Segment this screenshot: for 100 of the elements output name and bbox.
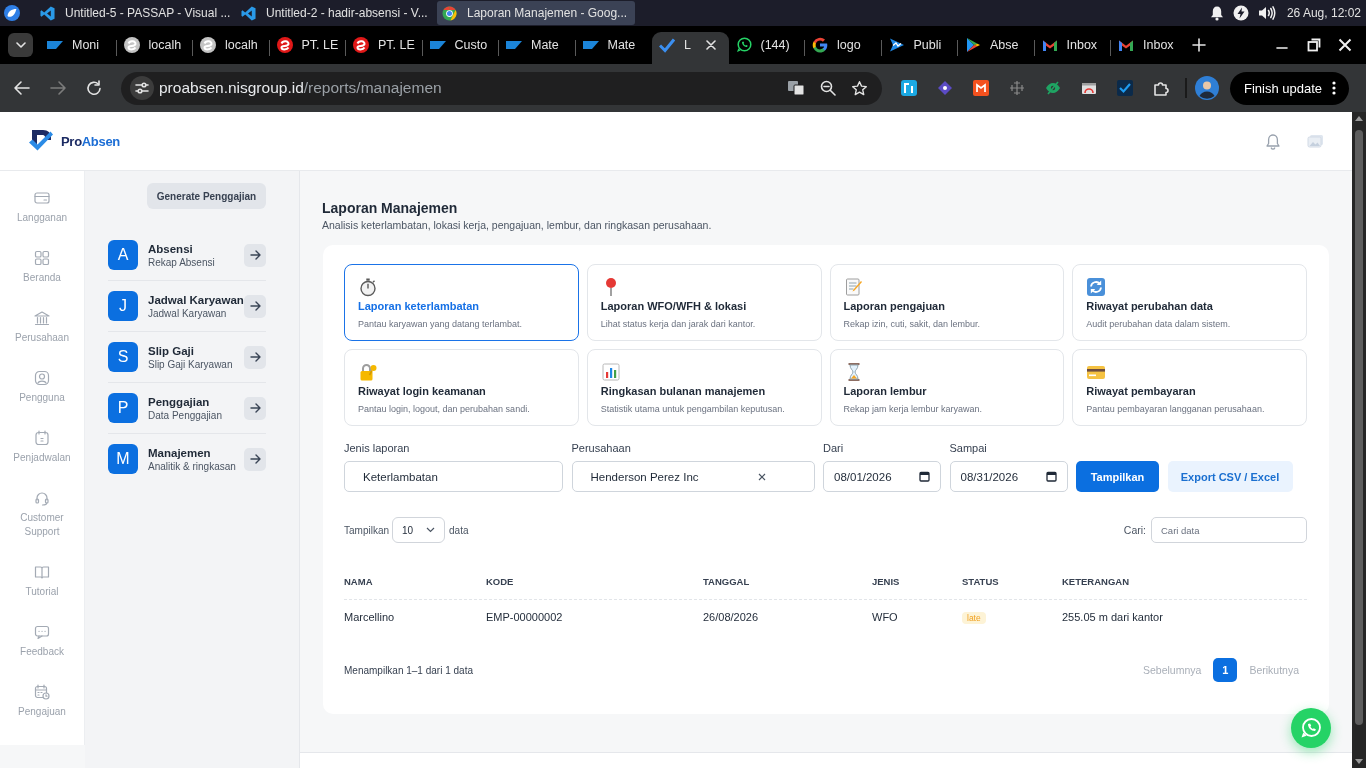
menu-item-subtitle: Jadwal Karyawan [148, 307, 227, 319]
browser-tab[interactable]: PT. LE [346, 32, 423, 64]
calendar-icon [33, 429, 51, 447]
plus-icon[interactable] [1191, 38, 1206, 52]
open-button[interactable] [244, 447, 266, 471]
browser-tab[interactable]: PT. LE [269, 32, 346, 64]
star-icon[interactable] [851, 79, 868, 97]
chevron-down-icon [15, 42, 26, 48]
lightning-icon[interactable] [1232, 5, 1249, 21]
taskbar-item[interactable]: Untitled-2 - hadir-absensi - V... [236, 1, 434, 25]
browser-tab[interactable]: L [652, 32, 729, 64]
report-card[interactable]: Riwayat login keamanan Pantau login, logout, dan perubahan sandi. [344, 349, 579, 426]
search-field[interactable]: Cari data [1151, 517, 1307, 543]
date-field[interactable]: 08/01/2026 [823, 461, 941, 492]
report-card[interactable]: Laporan pengajuan Rekap izin, cuti, sakit, dan lembur. [829, 264, 1065, 341]
open-button[interactable] [244, 294, 266, 318]
select-field[interactable]: Henderson Perez Inc [571, 461, 815, 492]
browser-tab[interactable]: Publi [881, 32, 958, 64]
taskbar-item[interactable]: Untitled-5 - PASSAP - Visual ... [35, 1, 233, 25]
overlapping-squares-icon[interactable] [787, 79, 805, 97]
browser-tab[interactable]: Inbox [1111, 32, 1188, 64]
zoom-out-icon[interactable] [820, 80, 836, 96]
report-card[interactable]: Riwayat pembayaran Pantau pembayaran langganan perusahaan. [1072, 349, 1307, 426]
bar-chart-icon [600, 362, 621, 382]
page-size-select[interactable]: 10 [392, 517, 446, 543]
browser-tab[interactable]: (144) [728, 32, 805, 64]
crosshair-icon[interactable] [1009, 80, 1025, 96]
field-label: Jenis laporan [344, 441, 410, 455]
browser-tab[interactable]: localh [116, 32, 193, 64]
image-icon [1307, 133, 1324, 149]
close-icon[interactable] [1338, 38, 1352, 52]
browser-tab[interactable]: logo [805, 32, 882, 64]
column-header: JENIS [872, 576, 900, 587]
check-icon [659, 37, 675, 53]
swirl-logo-icon [123, 37, 140, 53]
report-card[interactable]: Riwayat perubahan data Audit perubahan data dalam sistem. [1072, 264, 1307, 341]
secondary-button[interactable]: Export CSV / Excel [1167, 461, 1293, 492]
lock-key-icon [358, 362, 378, 382]
scroll-down-icon[interactable] [1355, 759, 1363, 764]
browser-tab[interactable]: Inbox [1034, 32, 1111, 64]
scrollbar-thumb[interactable] [1355, 130, 1363, 725]
report-card[interactable]: Laporan keterlambatan Pantau karyawan yang datang terlambat. [344, 264, 579, 341]
volume-icon[interactable] [1257, 5, 1276, 21]
browser-window-icon[interactable] [1081, 80, 1097, 96]
select-field[interactable]: Keterlambatan [344, 461, 563, 492]
reload-icon[interactable] [86, 80, 102, 96]
tab-search-button[interactable] [8, 33, 33, 57]
column-header: TANGGAL [703, 576, 750, 587]
update-button[interactable]: Finish update [1230, 71, 1349, 105]
column-header: NAMA [344, 576, 373, 587]
menu-item-title: Manajemen [148, 446, 211, 459]
column-header: KODE [486, 576, 514, 587]
avatar-icon[interactable] [1195, 76, 1219, 100]
primary-button[interactable]: Tampilkan [1076, 461, 1159, 492]
sliders-icon[interactable] [135, 82, 149, 94]
report-card[interactable]: Laporan lembur Rekap jam kerja lembur karyawan. [829, 349, 1065, 426]
report-card[interactable]: Laporan WFO/WFH & lokasi Lihat status kerja dan jarak dari kantor. [586, 264, 822, 341]
arrow-right-icon [249, 352, 261, 362]
headset-icon [33, 489, 51, 507]
arrow-right-icon [249, 454, 261, 464]
browser-tab[interactable]: Moni [40, 32, 117, 64]
field-label: Sampai [949, 441, 987, 455]
calendar-icon[interactable] [919, 471, 930, 482]
browser-tab[interactable]: Abse [958, 32, 1035, 64]
restore-icon[interactable] [1307, 38, 1321, 52]
chat-phone-icon [735, 37, 752, 53]
browser-tab[interactable]: Custo [422, 32, 499, 64]
close-icon[interactable] [705, 40, 716, 50]
table-cell: EMP-00000002 [486, 611, 563, 623]
back-icon[interactable] [13, 80, 31, 96]
forward-icon[interactable] [49, 80, 67, 96]
browser-tab[interactable]: localh [193, 32, 270, 64]
taskbar-item[interactable]: Laporan Manajemen - Goog... [437, 1, 635, 25]
brand-name: ProAbsen [61, 133, 120, 149]
tile-logo-icon[interactable] [973, 80, 989, 96]
open-button[interactable] [244, 396, 266, 420]
puzzle-icon[interactable] [1153, 80, 1169, 96]
open-button[interactable] [244, 243, 266, 267]
tile-logo-icon[interactable] [901, 80, 917, 96]
browser-app-icon [442, 5, 457, 21]
generate-button[interactable]: Generate Penggajian [147, 183, 266, 209]
eye-slash-icon[interactable] [1045, 80, 1061, 96]
bell-icon[interactable] [1209, 5, 1224, 21]
menu-item-subtitle: Rekap Absensi [148, 256, 215, 268]
scroll-up-icon[interactable] [1355, 116, 1363, 121]
open-button[interactable] [244, 345, 266, 369]
diamond-icon[interactable] [937, 80, 953, 96]
browser-tab[interactable]: Mate [499, 32, 576, 64]
date-field[interactable]: 08/31/2026 [949, 461, 1068, 492]
app-launcher-icon[interactable] [4, 5, 20, 21]
clear-icon[interactable] [757, 472, 766, 481]
address-field[interactable]: proabsen.nisgroup.id/reports/manajemen [121, 71, 882, 105]
report-card[interactable]: Ringkasan bulanan manajemen Statistik utama untuk pengambilan keputusan. [586, 349, 822, 426]
g-logo-icon [812, 37, 828, 53]
calendar-icon[interactable] [1045, 471, 1057, 482]
browser-tab[interactable]: Mate [575, 32, 652, 64]
check-tile-icon[interactable] [1117, 80, 1133, 96]
chat-phone-icon [1300, 717, 1322, 739]
more-icon[interactable] [1332, 81, 1337, 95]
page-button[interactable]: 1 [1213, 658, 1238, 682]
